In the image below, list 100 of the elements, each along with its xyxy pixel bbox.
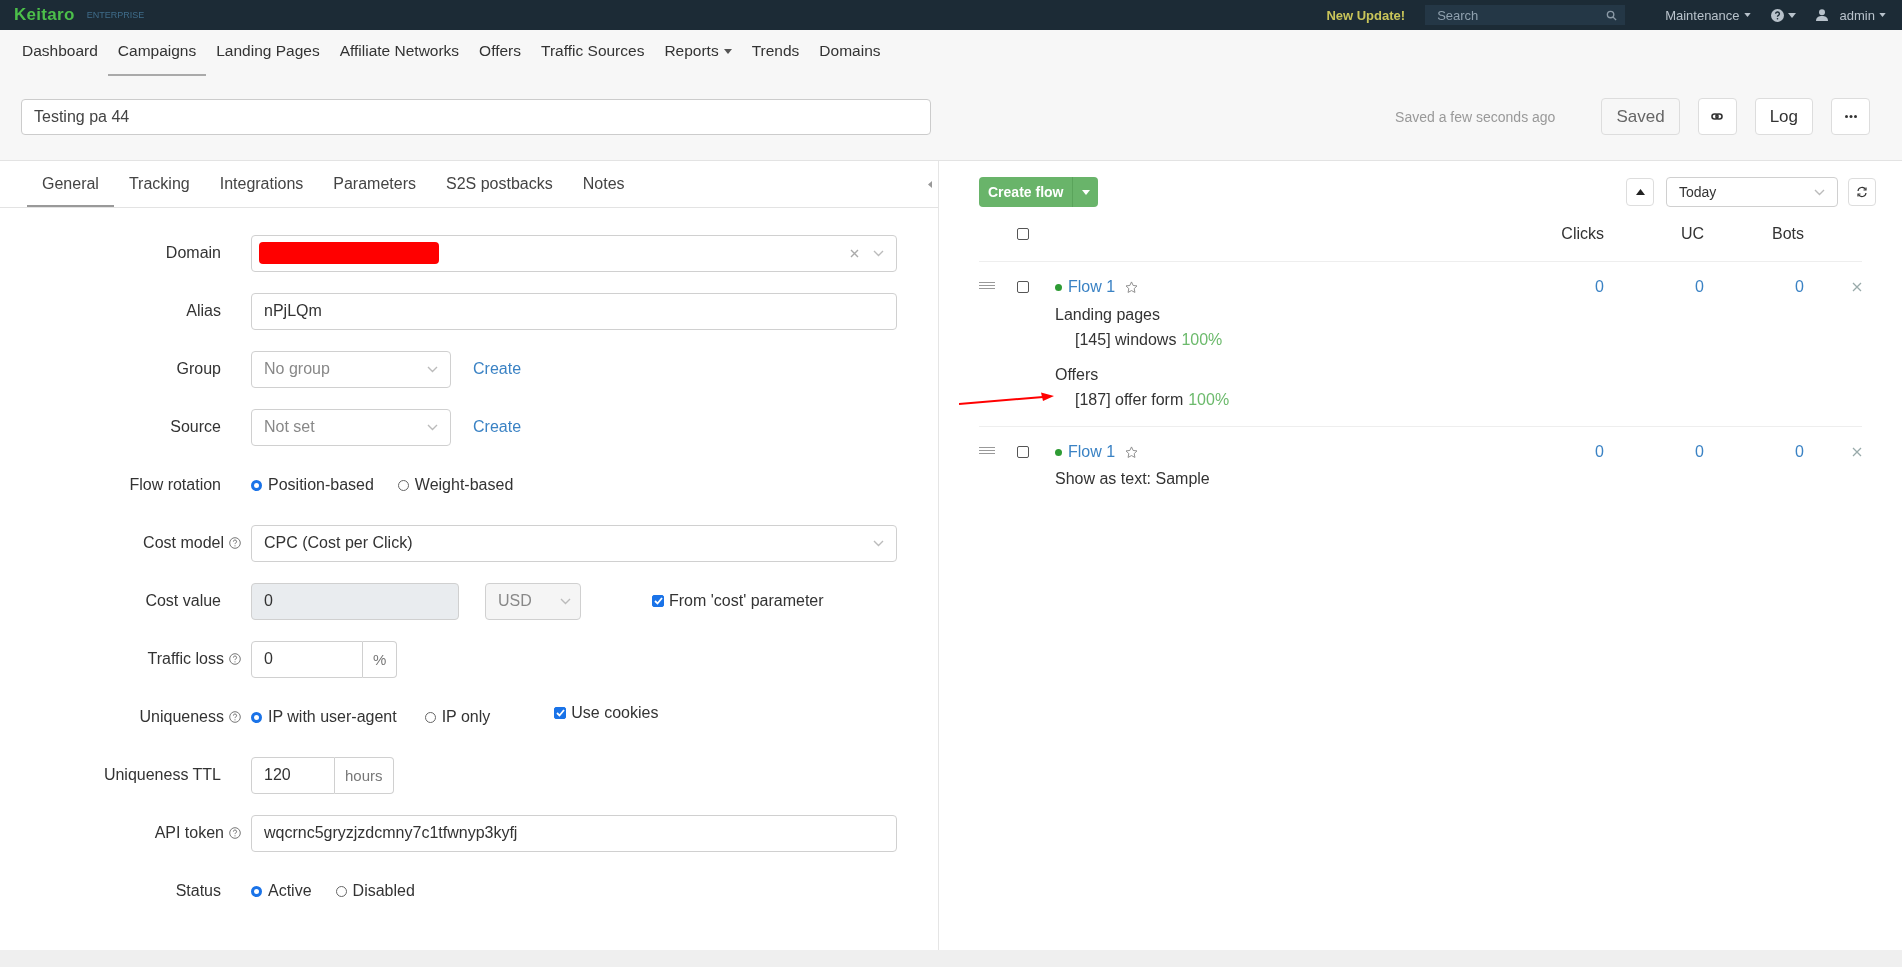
row-checkbox[interactable] bbox=[1017, 446, 1029, 458]
campaign-name-field[interactable]: Testing pa 44 bbox=[21, 98, 931, 135]
radio-option[interactable]: IP with user-agent bbox=[251, 708, 397, 726]
star-icon[interactable] bbox=[1125, 280, 1139, 294]
refresh-icon bbox=[1856, 186, 1868, 198]
sort-button[interactable] bbox=[1626, 178, 1654, 206]
radio-option[interactable]: Position-based bbox=[251, 476, 374, 494]
nav-tab[interactable]: Dashboard bbox=[12, 30, 108, 76]
help-menu[interactable] bbox=[1770, 8, 1796, 22]
help-icon[interactable] bbox=[229, 653, 241, 665]
field-label: Alias bbox=[185, 302, 221, 320]
period-select[interactable]: Today bbox=[1666, 177, 1838, 207]
field-label: Source bbox=[169, 418, 221, 436]
form-tab[interactable]: General bbox=[27, 161, 114, 207]
help-icon bbox=[1770, 8, 1784, 22]
radio-option[interactable]: Disabled bbox=[335, 882, 415, 900]
api-token-field[interactable]: wqcrnc5gryzjzdcmny7c1tfwnyp3kyfj bbox=[251, 814, 897, 852]
field-label: Cost model bbox=[0, 534, 221, 552]
triangle-icon bbox=[1635, 189, 1645, 195]
collapse-icon[interactable] bbox=[928, 180, 932, 188]
field-label: API token bbox=[0, 824, 221, 842]
chevron-icon bbox=[873, 539, 884, 547]
share-percent: 100% bbox=[1181, 330, 1223, 350]
nav-tab[interactable]: Traffic Sources bbox=[531, 30, 655, 76]
alias-field[interactable]: nPjLQm bbox=[251, 292, 897, 330]
field-label: Domain bbox=[164, 244, 221, 262]
create-link[interactable]: Create bbox=[473, 360, 522, 378]
nav-tab[interactable]: Reports bbox=[654, 30, 742, 76]
ttl-field[interactable]: 120 bbox=[251, 756, 335, 794]
clicks-count[interactable]: 0 bbox=[1504, 443, 1604, 461]
refresh-button[interactable] bbox=[1848, 178, 1876, 206]
more-icon bbox=[1844, 115, 1857, 118]
select-all-checkbox[interactable] bbox=[1017, 228, 1029, 240]
form-tab[interactable]: S2S postbacks bbox=[431, 161, 568, 207]
source-select[interactable]: Not set bbox=[251, 408, 451, 446]
clicks-count[interactable]: 0 bbox=[1504, 278, 1604, 296]
drag-handle-icon[interactable] bbox=[979, 282, 995, 289]
saved-status: Saved a few seconds ago bbox=[1395, 108, 1556, 125]
row-checkbox[interactable] bbox=[1017, 281, 1029, 293]
domain-select[interactable] bbox=[251, 234, 897, 272]
dropdown-button[interactable] bbox=[1073, 177, 1099, 207]
star-icon[interactable] bbox=[1125, 445, 1139, 459]
nav-tab[interactable]: Offers bbox=[469, 30, 532, 76]
close-icon[interactable] bbox=[1852, 282, 1862, 292]
link-button[interactable] bbox=[1697, 98, 1737, 135]
form-tab[interactable]: Parameters bbox=[318, 161, 431, 207]
field-label: Uniqueness TTL bbox=[102, 766, 221, 784]
maintenance-menu[interactable]: Maintenance bbox=[1665, 7, 1751, 23]
flow-link[interactable]: Flow 1 bbox=[1068, 278, 1116, 296]
nav-tab[interactable]: Domains bbox=[809, 30, 891, 76]
clear-icon[interactable] bbox=[850, 248, 859, 258]
section-title: Offers bbox=[1055, 365, 1100, 385]
logo[interactable]: Keitaro bbox=[14, 5, 75, 25]
log-button[interactable]: Log bbox=[1754, 98, 1813, 135]
field-label: Cost value bbox=[144, 592, 221, 610]
column-header: Clicks bbox=[1560, 225, 1604, 243]
drag-handle-icon[interactable] bbox=[979, 447, 995, 454]
form-tab[interactable]: Notes bbox=[567, 161, 640, 207]
nav-tab[interactable]: Trends bbox=[741, 30, 810, 76]
help-icon[interactable] bbox=[229, 827, 241, 839]
caret-icon bbox=[1879, 13, 1886, 17]
group-select[interactable]: No group bbox=[251, 350, 451, 388]
field-label: Group bbox=[175, 360, 221, 378]
update-link[interactable]: New Update! bbox=[1326, 7, 1406, 23]
item-text: [145] windows bbox=[1075, 330, 1177, 350]
flow-link[interactable]: Flow 1 bbox=[1068, 443, 1116, 461]
chevron-icon bbox=[873, 249, 884, 257]
unit-label: hours bbox=[335, 756, 394, 794]
radio-option[interactable]: Weight-based bbox=[397, 476, 514, 494]
form-tab[interactable]: Tracking bbox=[113, 161, 205, 207]
status-dot bbox=[1055, 283, 1062, 291]
nav-tab[interactable]: Affiliate Networks bbox=[329, 30, 470, 76]
use-cookies-checkbox[interactable]: Use cookies bbox=[554, 704, 659, 722]
user-menu[interactable]: admin bbox=[1815, 7, 1886, 23]
uc-count[interactable]: 0 bbox=[1604, 278, 1704, 296]
form-tab[interactable]: Integrations bbox=[204, 161, 319, 207]
cost-model-select[interactable]: CPC (Cost per Click) bbox=[251, 524, 897, 562]
checkmark-icon bbox=[653, 597, 663, 605]
nav-tab[interactable]: Landing Pages bbox=[206, 30, 330, 76]
nav-tab[interactable]: Campaigns bbox=[107, 30, 207, 76]
chevron-icon bbox=[1814, 188, 1825, 196]
search-icon bbox=[1606, 10, 1618, 21]
status-dot bbox=[1055, 448, 1062, 456]
user-icon bbox=[1815, 9, 1828, 21]
edition-label: ENTERPRISE bbox=[86, 10, 145, 20]
radio-option[interactable]: Active bbox=[251, 882, 312, 900]
saved-button[interactable]: Saved bbox=[1601, 98, 1680, 135]
help-icon[interactable] bbox=[229, 711, 241, 723]
search-field[interactable]: Search bbox=[1425, 5, 1626, 25]
bots-count[interactable]: 0 bbox=[1704, 443, 1804, 461]
chevron-icon bbox=[427, 365, 438, 373]
flow-description: Show as text: Sample bbox=[1055, 469, 1211, 489]
cost-parameter-checkbox[interactable]: From 'cost' parameter bbox=[652, 592, 824, 610]
close-icon[interactable] bbox=[1852, 447, 1862, 457]
create-link[interactable]: Create bbox=[473, 418, 522, 436]
help-icon[interactable] bbox=[229, 537, 241, 549]
uc-count[interactable]: 0 bbox=[1604, 443, 1704, 461]
traffic-loss-field[interactable]: 0 bbox=[251, 640, 363, 678]
bots-count[interactable]: 0 bbox=[1704, 278, 1804, 296]
radio-option[interactable]: IP only bbox=[424, 708, 491, 726]
